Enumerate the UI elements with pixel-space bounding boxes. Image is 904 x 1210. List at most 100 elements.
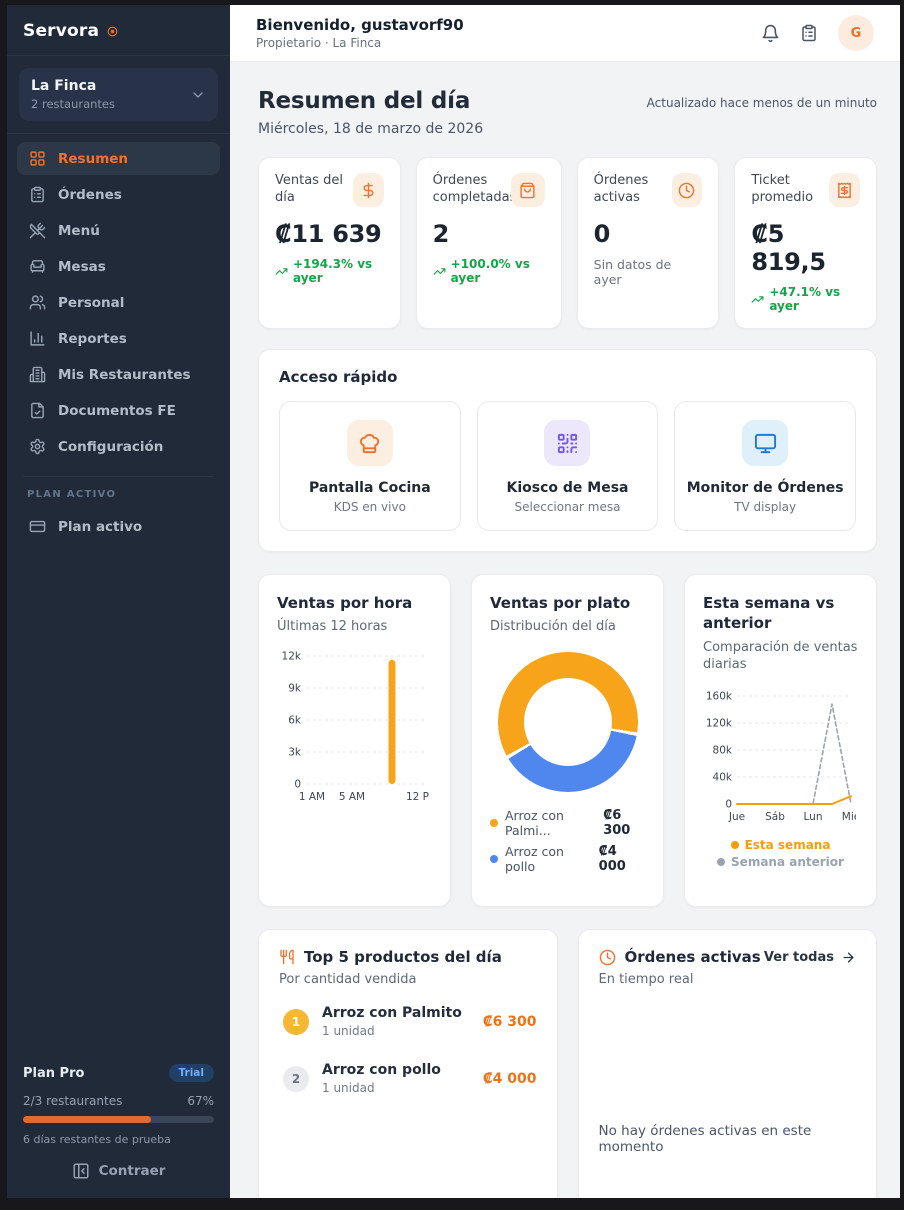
svg-text:9k: 9k — [288, 682, 302, 694]
legend-label: Arroz con pollo — [505, 844, 592, 874]
stat-delta-text: Sin datos de ayer — [594, 257, 703, 287]
stat-card-top: Órdenes completadas — [433, 173, 545, 207]
sidebar-item-label: Documentos FE — [58, 403, 176, 419]
stat-delta-text: +194.3% vs ayer — [293, 257, 384, 285]
svg-text:Mié: Mié — [842, 811, 856, 823]
stat-card-top: Órdenes activas — [594, 173, 703, 207]
hourly-sales-subtitle: Últimas 12 horas — [277, 618, 432, 636]
page-date: Miércoles, 18 de marzo de 2026 — [258, 121, 483, 137]
sidebar-item-menu[interactable]: Menú — [17, 214, 220, 247]
svg-text:160k: 160k — [706, 690, 733, 702]
sidebar-item-resumen[interactable]: Resumen — [17, 142, 220, 175]
role-breadcrumb: Propietario · La Finca — [256, 36, 464, 50]
svg-text:0: 0 — [725, 798, 732, 810]
quick-access-grid: Pantalla CocinaKDS en vivoKiosco de Mesa… — [279, 401, 856, 531]
svg-text:6k: 6k — [288, 714, 302, 726]
svg-text:40k: 40k — [713, 771, 733, 783]
bar-chart-icon — [29, 330, 46, 347]
top-products-card: Top 5 productos del día Por cantidad ven… — [258, 929, 558, 1198]
stat-label: Ticket promedio — [751, 173, 829, 207]
dashboard-content: Resumen del día Miércoles, 18 de marzo d… — [230, 62, 900, 1198]
sidebar-item-plan-activo[interactable]: Plan activo — [17, 510, 220, 543]
week-compare-legend: Esta semana Semana anterior — [703, 838, 858, 869]
svg-text:5 AM: 5 AM — [339, 791, 365, 803]
trending-up-icon — [275, 265, 288, 278]
avatar[interactable]: G — [838, 15, 874, 51]
sidebar-item-documentos-fe[interactable]: Documentos FE — [17, 394, 220, 427]
hourly-sales-card: Ventas por hora Últimas 12 horas 03k6k9k… — [258, 574, 451, 907]
legend-item-esta-semana: Esta semana — [731, 838, 831, 852]
stat-card-top: Ventas del día — [275, 173, 384, 207]
sidebar-item-mesas[interactable]: Mesas — [17, 250, 220, 283]
stat-value: 0 — [594, 220, 703, 248]
svg-text:Jue: Jue — [728, 811, 745, 823]
rank-badge: 1 — [283, 1009, 309, 1035]
stat-delta-text: +47.1% vs ayer — [769, 285, 860, 313]
chef-hat-icon — [347, 420, 393, 466]
restaurant-selector[interactable]: La Finca 2 restaurantes — [19, 68, 218, 121]
stat-card-ticket-promedio: Ticket promedio₡5 819,5+47.1% vs ayer — [734, 157, 877, 329]
clock-icon — [599, 949, 616, 966]
clock-icon — [672, 173, 703, 207]
svg-text:Sáb: Sáb — [765, 811, 785, 823]
sidebar-item-label: Personal — [58, 295, 124, 311]
trending-up-icon — [433, 265, 446, 278]
notifications-bell-icon[interactable] — [761, 24, 780, 43]
orders-clipboard-icon[interactable] — [800, 24, 818, 42]
quick-access-kiosco-de-mesa[interactable]: Kiosco de MesaSeleccionar mesa — [477, 401, 659, 531]
product-price: ₡4 000 — [483, 1071, 537, 1087]
trial-days-note: 6 días restantes de prueba — [23, 1133, 214, 1146]
collapse-sidebar-button[interactable]: Contraer — [7, 1162, 230, 1180]
sidebar-item-label: Configuración — [58, 439, 163, 455]
active-orders-subtitle: En tiempo real — [599, 972, 761, 987]
stats-row: Ventas del día ₡11 639 +194.3% vs ayer Órde… — [258, 157, 877, 329]
last-updated-text: Actualizado hace menos de un minuto — [647, 96, 877, 110]
qr-code-icon — [544, 420, 590, 466]
product-info: Arroz con Palmito1 unidad — [322, 1005, 462, 1038]
stat-card-ordenes-completadas: Órdenes completadas2+100.0% vs ayer — [416, 157, 562, 329]
svg-text:12 PM: 12 PM — [406, 791, 430, 803]
svg-text:120k: 120k — [706, 717, 733, 729]
logo-dot-icon — [106, 25, 119, 38]
quick-access-card: Acceso rápido Pantalla CocinaKDS en vivo… — [258, 349, 877, 552]
stat-card-ordenes-activas: Órdenes activas 0 Sin datos de ayer — [577, 157, 720, 329]
legend-dot — [490, 819, 498, 827]
legend-item-arroz-con-pollo: Arroz con pollo₡4 000 — [490, 844, 645, 874]
restaurant-count: 2 restaurantes — [31, 97, 115, 111]
stat-value: ₡11 639 — [275, 220, 384, 248]
rank-badge: 2 — [283, 1066, 309, 1092]
clipboard-icon — [29, 186, 46, 203]
sidebar-item-mis-restaurantes[interactable]: Mis Restaurantes — [17, 358, 220, 391]
quick-access-monitor-de-ordenes[interactable]: Monitor de ÓrdenesTV display — [674, 401, 856, 531]
active-orders-card: Órdenes activas En tiempo real Ver todas… — [578, 929, 878, 1198]
legend-dot — [490, 855, 498, 863]
plan-box: Plan Pro Trial 2/3 restaurantes 67% 6 dí… — [7, 1052, 230, 1146]
hourly-sales-bar-chart: 03k6k9k12k1 AM5 AM12 PM — [277, 646, 432, 820]
svg-text:Lun: Lun — [804, 811, 823, 823]
monitor-icon — [742, 420, 788, 466]
sidebar-item-configuracion[interactable]: Configuración — [17, 430, 220, 463]
legend-value: ₡6 300 — [603, 808, 645, 838]
panel-collapse-icon — [72, 1162, 90, 1180]
week-compare-card: Esta semana vs anterior Comparación de v… — [684, 574, 877, 907]
sidebar-item-ordenes[interactable]: Órdenes — [17, 178, 220, 211]
topbar: Bienvenido, gustavorf90 Propietario · La… — [230, 5, 900, 62]
legend-label: Arroz con Palmi... — [505, 808, 596, 838]
stat-delta: Sin datos de ayer — [594, 257, 703, 287]
plan-section-label: PLAN ACTIVO — [7, 479, 230, 502]
stat-label: Ventas del día — [275, 173, 353, 207]
quick-access-title-text: Pantalla Cocina — [290, 480, 450, 496]
sidebar-item-reportes[interactable]: Reportes — [17, 322, 220, 355]
credit-card-icon — [29, 518, 46, 535]
sidebar-plan-menu: Plan activo — [7, 502, 230, 546]
legend-label: Semana anterior — [731, 855, 844, 869]
quick-access-subtitle-text: Seleccionar mesa — [488, 500, 648, 514]
dish-sales-title: Ventas por plato — [490, 593, 645, 613]
sidebar-item-personal[interactable]: Personal — [17, 286, 220, 319]
quick-access-pantalla-cocina[interactable]: Pantalla CocinaKDS en vivo — [279, 401, 461, 531]
quick-access-title-text: Monitor de Órdenes — [685, 480, 845, 496]
shopping-bag-icon — [511, 173, 545, 207]
receipt-icon — [829, 173, 860, 207]
view-all-orders-button[interactable]: Ver todas — [764, 950, 856, 965]
welcome-title: Bienvenido, gustavorf90 — [256, 16, 464, 34]
